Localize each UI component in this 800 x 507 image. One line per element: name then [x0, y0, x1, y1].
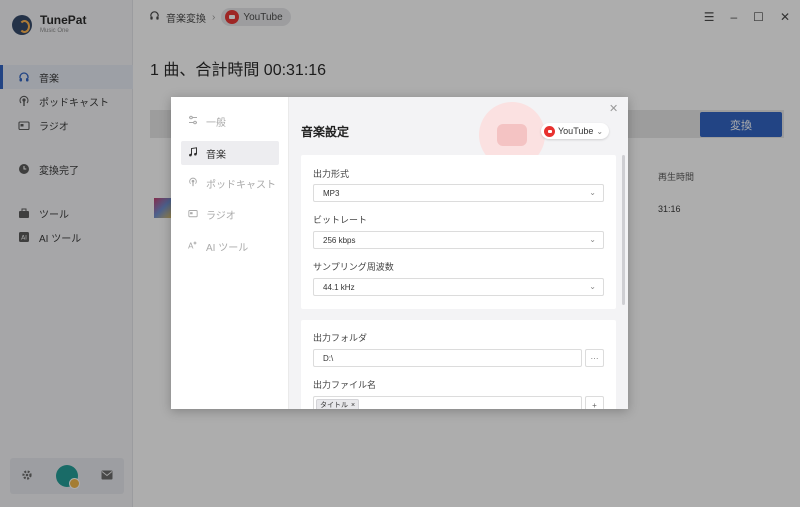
settings-tab-ai-tools[interactable]: A AI ツール	[181, 234, 279, 258]
output-folder-label: 出力フォルダ	[313, 333, 368, 343]
output-format-value: MP3	[323, 188, 340, 198]
settings-nav: 一般 音楽 ポッドキャスト ラジオ A AI ツール	[171, 97, 289, 409]
podcast-icon	[188, 177, 198, 190]
settings-title: 音楽設定	[301, 125, 350, 139]
chevron-down-icon: ⌄	[589, 282, 596, 291]
samplerate-select[interactable]: 44.1 kHz ⌄	[313, 278, 604, 296]
settings-content: 音楽設定 YouTube ⌄ 出力形式 MP3 ⌄ ビットレート 256 kbp…	[289, 97, 628, 409]
app-window: TunePat Music One 音楽 ポッドキャスト ラジオ 変換完了 ツー…	[0, 0, 800, 507]
settings-tab-label: 音楽	[206, 149, 226, 161]
radio-icon	[188, 208, 198, 221]
output-format-label: 出力形式	[313, 169, 350, 179]
bitrate-value: 256 kbps	[323, 235, 356, 245]
output-format-select[interactable]: MP3 ⌄	[313, 184, 604, 202]
settings-tab-label: ラジオ	[206, 210, 236, 222]
filename-tag-label: タイトル	[320, 402, 348, 409]
ai-icon: A	[188, 240, 198, 253]
settings-tab-label: 一般	[206, 117, 226, 129]
remove-tag-icon[interactable]: ×	[351, 402, 355, 409]
settings-tab-label: AI ツール	[206, 242, 249, 254]
add-filename-tag-button[interactable]: +	[585, 396, 604, 409]
chevron-down-icon: ⌄	[589, 188, 596, 197]
chevron-down-icon: ⌄	[589, 235, 596, 244]
youtube-icon	[544, 125, 555, 137]
filename-tag[interactable]: タイトル ×	[316, 399, 360, 409]
bitrate-label: ビットレート	[313, 215, 368, 225]
settings-tab-podcast[interactable]: ポッドキャスト	[181, 171, 279, 195]
settings-dialog: 一般 音楽 ポッドキャスト ラジオ A AI ツール 音楽設定 YouTube …	[171, 97, 628, 409]
audio-settings-card: 出力形式 MP3 ⌄ ビットレート 256 kbps ⌄ サンプリング周波数 4…	[301, 155, 616, 309]
samplerate-label: サンプリング周波数	[313, 262, 394, 272]
settings-tab-label: ポッドキャスト	[206, 179, 276, 191]
source-selector[interactable]: YouTube ⌄	[541, 123, 610, 139]
output-settings-card: 出力フォルダ D:\ ··· 出力ファイル名 タイトル × +	[301, 320, 616, 409]
samplerate-value: 44.1 kHz	[323, 282, 355, 292]
settings-tab-general[interactable]: 一般	[181, 109, 279, 133]
output-folder-input[interactable]: D:\	[313, 349, 582, 367]
source-selector-label: YouTube	[558, 126, 594, 136]
browse-folder-button[interactable]: ···	[585, 349, 604, 367]
settings-tab-music[interactable]: 音楽	[181, 141, 279, 165]
bitrate-select[interactable]: 256 kbps ⌄	[313, 231, 604, 249]
music-note-icon	[188, 146, 198, 160]
settings-tab-radio[interactable]: ラジオ	[181, 202, 279, 226]
settings-scrollbar[interactable]	[622, 155, 625, 305]
sliders-icon	[188, 115, 198, 128]
svg-text:A: A	[188, 241, 194, 250]
dialog-close-icon[interactable]: ✕	[609, 102, 618, 115]
output-filename-label: 出力ファイル名	[313, 380, 377, 390]
chevron-down-icon: ⌄	[596, 126, 604, 136]
